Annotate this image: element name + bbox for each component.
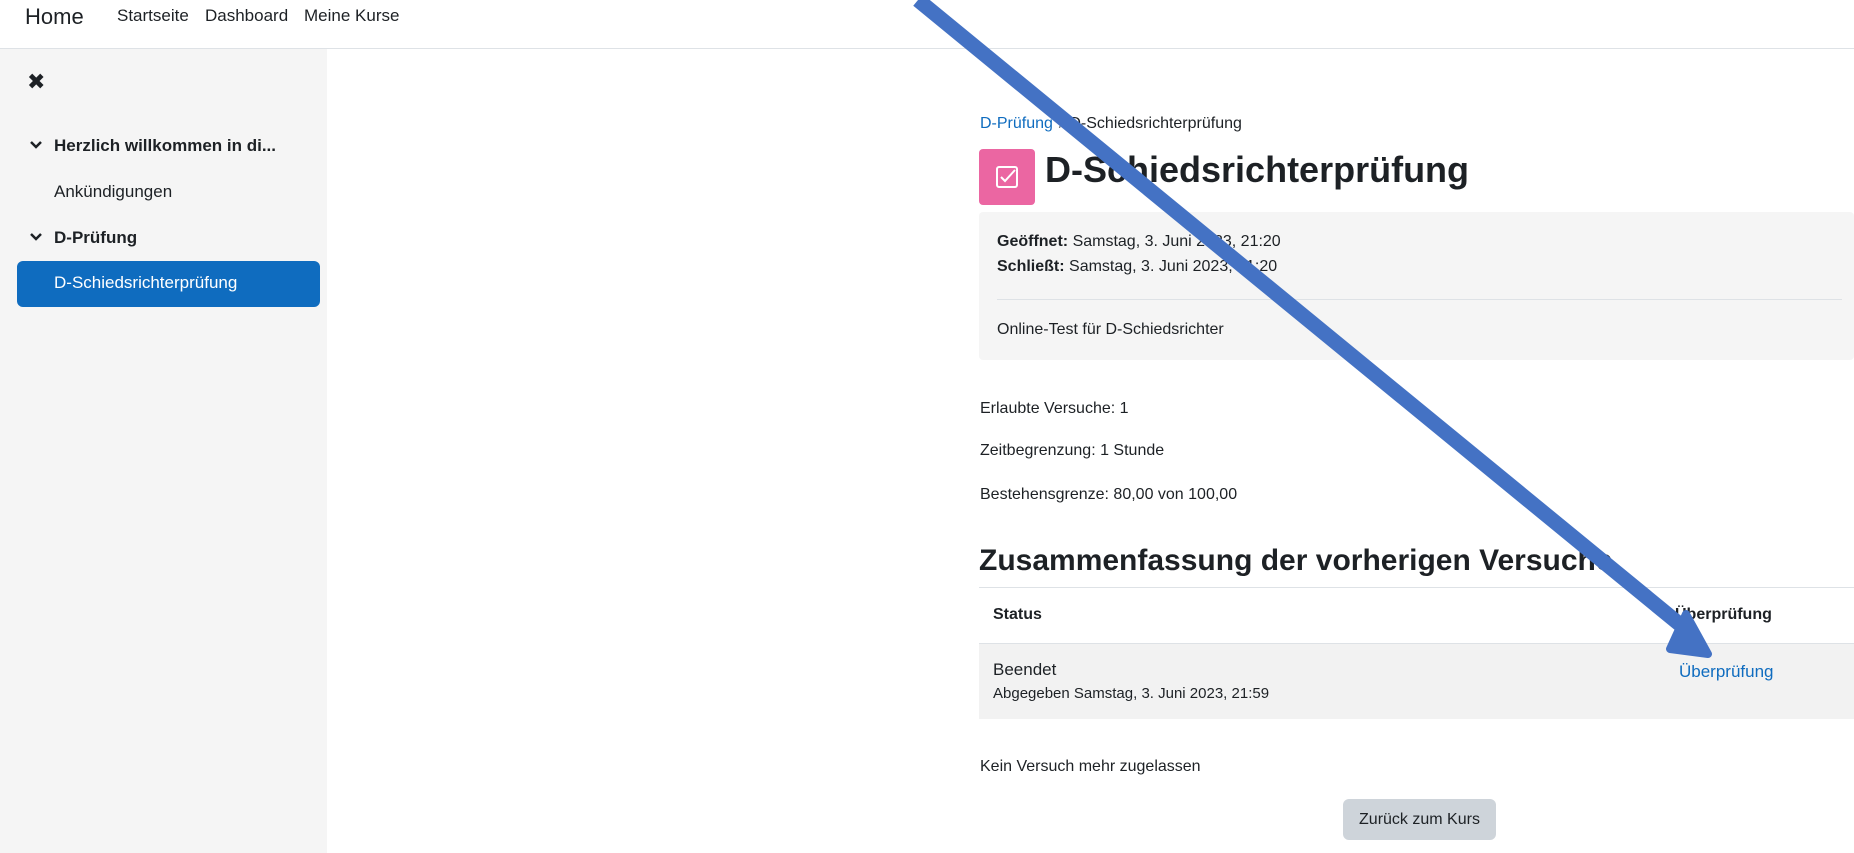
attempts-label: Erlaubte Versuche: (980, 400, 1116, 417)
breadcrumb-link-d-pruefung[interactable]: D-Prüfung (980, 115, 1053, 132)
site-brand[interactable]: Home (25, 4, 84, 30)
time-limit: Zeitbegrenzung: 1 Stunde (980, 442, 1165, 459)
page-title: D-Schiedsrichterprüfung (1045, 149, 1470, 190)
nav-link-startseite[interactable]: Startseite (117, 6, 189, 26)
breadcrumb-separator: / (1058, 115, 1064, 132)
attempt-submitted: Abgegeben Samstag, 3. Juni 2023, 21:59 (993, 685, 1270, 702)
table-header-row: Status Überprüfung (979, 587, 1854, 645)
chevron-down-icon[interactable] (29, 229, 43, 245)
nav-link-dashboard[interactable]: Dashboard (205, 6, 288, 26)
divider (997, 299, 1842, 300)
quiz-checkbox-icon (979, 149, 1035, 205)
opened-date: Geöffnet: Samstag, 3. Juni 2023, 21:20 (997, 233, 1281, 251)
column-header-status: Status (993, 606, 1042, 623)
breadcrumb-current: D-Schiedsrichterprüfung (1069, 115, 1242, 132)
nav-link-meine-kurse[interactable]: Meine Kurse (304, 6, 399, 26)
opened-label: Geöffnet: (997, 233, 1069, 250)
drawer-item-label: D-Schiedsrichterprüfung (54, 273, 238, 292)
activity-description: Online-Test für D-Schiedsrichter (997, 321, 1224, 338)
course-index-drawer (7, 49, 327, 853)
drawer-item-d-schiedsrichterpruefung[interactable]: D-Schiedsrichterprüfung (17, 261, 320, 307)
closes-date: Schließt: Samstag, 3. Juni 2023, 21:20 (997, 258, 1277, 276)
section-title-welcome[interactable]: Herzlich willkommen in di... (54, 136, 276, 156)
attempts-allowed: Erlaubte Versuche: 1 (980, 400, 1129, 418)
breadcrumb: D-Prüfung / D-Schiedsrichterprüfung (980, 115, 1242, 133)
review-link[interactable]: Überprüfung (1679, 662, 1774, 682)
attempt-status: Beendet (993, 660, 1057, 679)
summary-heading: Zusammenfassung der vorherigen Versuche (979, 544, 1613, 577)
no-more-attempts-text: Kein Versuch mehr zugelassen (980, 758, 1201, 775)
top-navbar: Home Startseite Dashboard Meine Kurse (0, 0, 1854, 49)
grade-to-pass: Bestehensgrenze: 80,00 von 100,00 (980, 486, 1238, 503)
opened-value: Samstag, 3. Juni 2023, 21:20 (1072, 233, 1281, 250)
column-header-review: Überprüfung (1675, 606, 1772, 623)
drawer-item-ankuendigungen[interactable]: Ankündigungen (54, 182, 172, 202)
closes-label: Schließt: (997, 258, 1065, 275)
closes-value: Samstag, 3. Juni 2023, 21:20 (1069, 258, 1278, 275)
back-to-course-button[interactable]: Zurück zum Kurs (1343, 799, 1496, 840)
attempts-value: 1 (1119, 400, 1129, 417)
close-icon[interactable]: ✖ (27, 69, 45, 95)
table-row: Beendet Abgegeben Samstag, 3. Juni 2023,… (979, 644, 1854, 719)
left-edge-strip (0, 49, 7, 853)
activity-dates-box: Geöffnet: Samstag, 3. Juni 2023, 21:20 S… (979, 212, 1854, 360)
chevron-down-icon[interactable] (29, 137, 43, 153)
section-title-d-pruefung[interactable]: D-Prüfung (54, 228, 137, 248)
